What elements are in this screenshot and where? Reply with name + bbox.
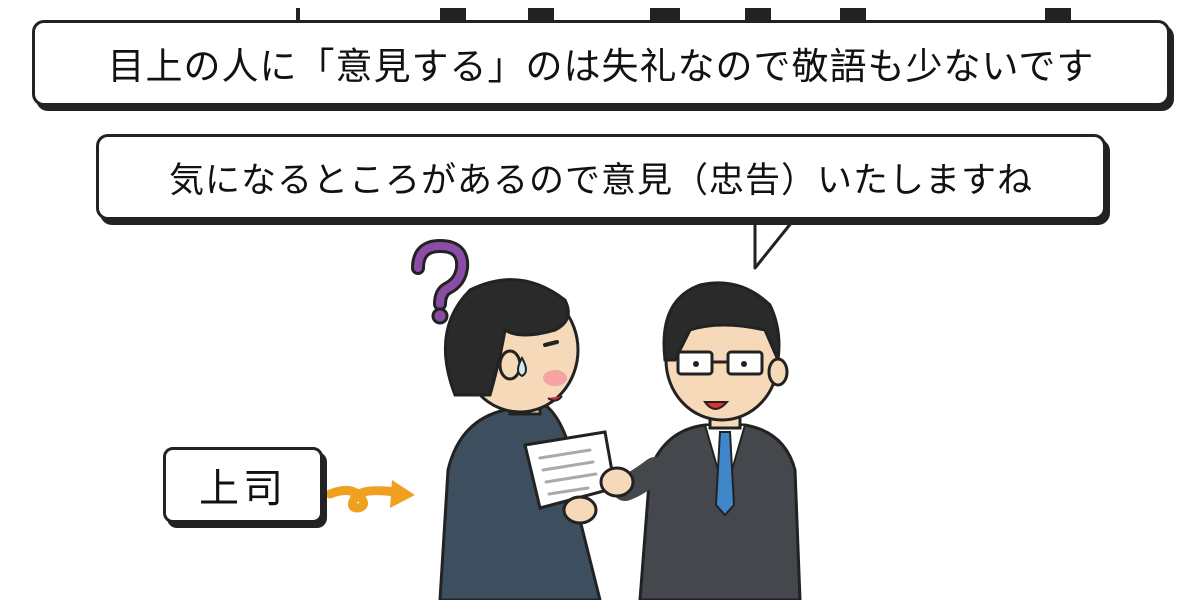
tail-join (758, 209, 794, 215)
